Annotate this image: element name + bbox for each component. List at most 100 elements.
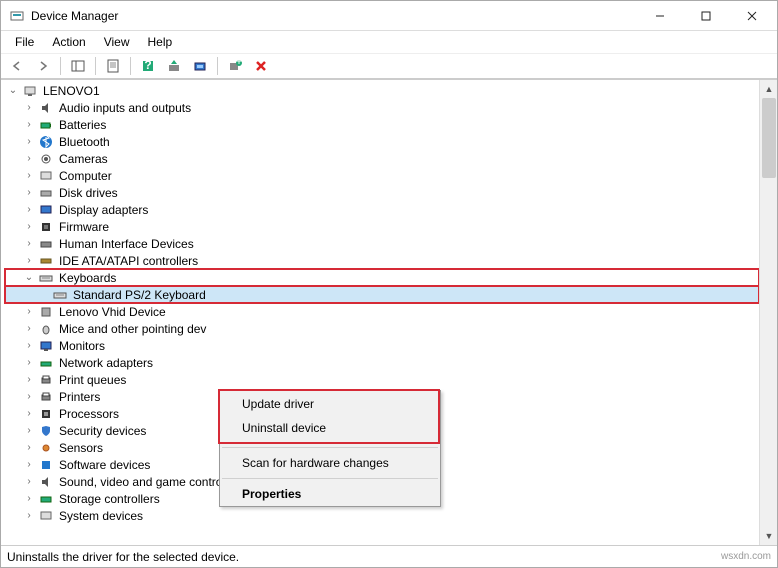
chevron-right-icon[interactable]: ›: [21, 321, 37, 337]
ctx-separator: [222, 478, 438, 479]
minimize-button[interactable]: [637, 1, 683, 31]
printer-icon: [38, 389, 54, 405]
hid-icon: [38, 236, 54, 252]
forward-button[interactable]: [31, 55, 55, 77]
tree-node-display[interactable]: ›Display adapters: [5, 201, 759, 218]
tree-node-bluetooth[interactable]: ›Bluetooth: [5, 133, 759, 150]
chevron-right-icon[interactable]: ›: [21, 151, 37, 167]
chip-icon: [38, 219, 54, 235]
tree-node-monitors[interactable]: ›Monitors: [5, 337, 759, 354]
uninstall-button[interactable]: [249, 55, 273, 77]
scroll-down-icon[interactable]: ▼: [760, 527, 777, 545]
chevron-right-icon[interactable]: ›: [21, 219, 37, 235]
chevron-right-icon[interactable]: ›: [21, 100, 37, 116]
chevron-right-icon[interactable]: ›: [21, 491, 37, 507]
menu-view[interactable]: View: [96, 33, 138, 51]
printer-icon: [38, 372, 54, 388]
scroll-thumb[interactable]: [762, 98, 776, 178]
chevron-right-icon[interactable]: ›: [21, 185, 37, 201]
properties-button[interactable]: [101, 55, 125, 77]
update-driver-button[interactable]: [162, 55, 186, 77]
tree-node-audio[interactable]: ›Audio inputs and outputs: [5, 99, 759, 116]
monitor-icon: [38, 338, 54, 354]
chevron-right-icon[interactable]: ›: [21, 406, 37, 422]
chevron-right-icon[interactable]: ›: [21, 202, 37, 218]
tree-node-ide[interactable]: ›IDE ATA/ATAPI controllers: [5, 252, 759, 269]
mouse-icon: [38, 321, 54, 337]
chevron-right-icon[interactable]: ›: [21, 253, 37, 269]
chevron-right-icon[interactable]: ›: [21, 168, 37, 184]
battery-icon: [38, 117, 54, 133]
scroll-up-icon[interactable]: ▲: [760, 80, 777, 98]
tree-node-network[interactable]: ›Network adapters: [5, 354, 759, 371]
chevron-right-icon[interactable]: ›: [21, 372, 37, 388]
menu-help[interactable]: Help: [140, 33, 181, 51]
close-button[interactable]: [729, 1, 775, 31]
show-hide-tree-button[interactable]: [66, 55, 90, 77]
app-icon: [9, 8, 25, 24]
tree-node-printq[interactable]: ›Print queues: [5, 371, 759, 388]
tree-node-cameras[interactable]: ›Cameras: [5, 150, 759, 167]
maximize-button[interactable]: [683, 1, 729, 31]
tree-node-lenovo-vhid[interactable]: ›Lenovo Vhid Device: [5, 303, 759, 320]
keyboard-icon: [52, 287, 68, 303]
chevron-right-icon[interactable]: ›: [21, 338, 37, 354]
chevron-right-icon[interactable]: ›: [21, 236, 37, 252]
scan-hardware-button[interactable]: [188, 55, 212, 77]
chevron-right-icon[interactable]: ›: [21, 457, 37, 473]
back-button[interactable]: [5, 55, 29, 77]
tree-node-system[interactable]: ›System devices: [5, 507, 759, 524]
tree-root[interactable]: ⌄ LENOVO1: [5, 82, 759, 99]
chevron-right-icon[interactable]: ›: [21, 117, 37, 133]
ctx-properties[interactable]: Properties: [220, 482, 440, 506]
chevron-right-icon[interactable]: ›: [21, 474, 37, 490]
titlebar: Device Manager: [1, 1, 777, 31]
speaker-icon: [38, 100, 54, 116]
ctx-scan-hardware[interactable]: Scan for hardware changes: [220, 451, 440, 475]
watermark: wsxdn.com: [721, 551, 771, 562]
help-button[interactable]: ?: [136, 55, 160, 77]
tree-device-standard-keyboard[interactable]: Standard PS/2 Keyboard: [5, 286, 759, 303]
tree-node-batteries[interactable]: ›Batteries: [5, 116, 759, 133]
toolbar-separator: [95, 57, 96, 75]
chevron-right-icon[interactable]: ›: [21, 304, 37, 320]
vertical-scrollbar[interactable]: ▲ ▼: [759, 80, 777, 545]
tree-node-firmware[interactable]: ›Firmware: [5, 218, 759, 235]
system-icon: [38, 508, 54, 524]
chevron-right-icon[interactable]: ›: [21, 423, 37, 439]
menubar: File Action View Help: [1, 31, 777, 53]
add-legacy-button[interactable]: +: [223, 55, 247, 77]
ctx-uninstall-device[interactable]: Uninstall device: [220, 416, 438, 440]
ctx-update-driver[interactable]: Update driver: [220, 392, 438, 416]
chevron-right-icon[interactable]: ›: [21, 134, 37, 150]
ctx-separator: [222, 447, 438, 448]
toolbar-separator: [130, 57, 131, 75]
chevron-right-icon[interactable]: ›: [21, 440, 37, 456]
svg-text:+: +: [235, 59, 242, 68]
tree-node-hid[interactable]: ›Human Interface Devices: [5, 235, 759, 252]
tree-node-disk[interactable]: ›Disk drives: [5, 184, 759, 201]
toolbar-separator: [60, 57, 61, 75]
tree-node-keyboards[interactable]: ⌄Keyboards: [5, 269, 759, 286]
storage-icon: [38, 491, 54, 507]
menu-action[interactable]: Action: [44, 33, 93, 51]
context-menu: Update driver Uninstall device Scan for …: [219, 390, 441, 507]
sound-icon: [38, 474, 54, 490]
status-text: Uninstalls the driver for the selected d…: [7, 550, 239, 564]
camera-icon: [38, 151, 54, 167]
chevron-right-icon[interactable]: ›: [21, 508, 37, 524]
tree-node-mice[interactable]: ›Mice and other pointing dev: [5, 320, 759, 337]
chevron-down-icon[interactable]: ⌄: [5, 83, 21, 99]
toolbar-separator: [217, 57, 218, 75]
svg-text:?: ?: [144, 59, 151, 72]
tree-node-computer[interactable]: ›Computer: [5, 167, 759, 184]
display-icon: [38, 202, 54, 218]
ide-icon: [38, 253, 54, 269]
chevron-right-icon[interactable]: ›: [21, 355, 37, 371]
toolbar: ? +: [1, 53, 777, 79]
menu-file[interactable]: File: [7, 33, 42, 51]
context-menu-highlight: Update driver Uninstall device: [218, 389, 440, 444]
bluetooth-icon: [38, 134, 54, 150]
chevron-down-icon[interactable]: ⌄: [21, 270, 37, 286]
chevron-right-icon[interactable]: ›: [21, 389, 37, 405]
